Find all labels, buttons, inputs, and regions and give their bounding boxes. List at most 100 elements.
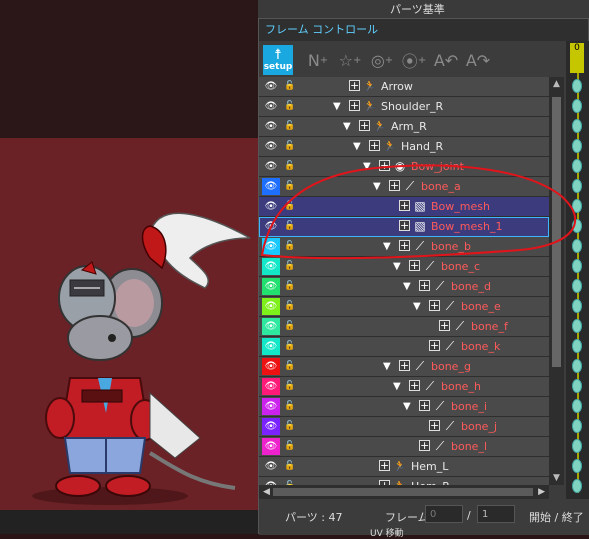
visibility-eye-icon[interactable]: 👁 (263, 318, 279, 335)
lock-icon[interactable]: 🔓 (283, 358, 297, 375)
add-child-icon[interactable]: + (389, 180, 400, 191)
visibility-eye-icon[interactable]: 👁 (263, 298, 279, 315)
tree-row[interactable]: 👁 🔓 + ▧ Bow_mesh (259, 197, 549, 217)
setup-button[interactable]: ☨ setup (263, 45, 293, 75)
lock-icon[interactable]: 🔓 (283, 158, 297, 175)
add-child-icon[interactable]: + (429, 420, 440, 431)
expand-triangle-icon[interactable]: ▼ (403, 279, 415, 294)
add-child-icon[interactable]: + (409, 260, 420, 271)
timeline-frame-marker[interactable]: 0 (570, 43, 584, 73)
visibility-eye-icon[interactable]: 👁 (263, 358, 279, 375)
expand-triangle-icon[interactable]: ▼ (353, 139, 365, 154)
visibility-eye-icon[interactable]: 👁 (263, 178, 279, 195)
add-star-icon[interactable]: ☆ + (335, 45, 365, 75)
visibility-eye-icon[interactable]: 👁 (263, 458, 279, 475)
timeline-strip[interactable]: 0 (566, 41, 589, 499)
lock-icon[interactable]: 🔓 (283, 278, 297, 295)
tree-row[interactable]: 👁 🔓 + ⟋ bone_f (259, 317, 549, 337)
visibility-eye-icon[interactable]: 👁 (263, 158, 279, 175)
lock-icon[interactable]: 🔓 (283, 458, 297, 475)
undo-text-icon[interactable]: A↶ (431, 45, 461, 75)
visibility-eye-icon[interactable]: 👁 (263, 418, 279, 435)
keyframe-marker[interactable] (572, 279, 582, 293)
lock-icon[interactable]: 🔓 (283, 438, 297, 455)
tree-row[interactable]: 👁 🔓 ▼ + ⟋ bone_b (259, 237, 549, 257)
keyframe-marker[interactable] (572, 239, 582, 253)
add-child-icon[interactable]: + (429, 300, 440, 311)
keyframe-marker[interactable] (572, 359, 582, 373)
expand-triangle-icon[interactable]: ▼ (343, 119, 355, 134)
tree-row[interactable]: 👁 🔓 ▼ + 🏃 Hand_R (259, 137, 549, 157)
keyframe-marker[interactable] (572, 199, 582, 213)
visibility-eye-icon[interactable]: 👁 (263, 98, 279, 115)
add-child-icon[interactable]: + (419, 280, 430, 291)
keyframe-marker[interactable] (572, 159, 582, 173)
visibility-eye-icon[interactable]: 👁 (263, 238, 279, 255)
visibility-eye-icon[interactable]: 👁 (263, 378, 279, 395)
lock-icon[interactable]: 🔓 (283, 258, 297, 275)
lock-icon[interactable]: 🔓 (283, 378, 297, 395)
lock-icon[interactable]: 🔓 (283, 338, 297, 355)
frame-total-input[interactable]: 1 (477, 505, 515, 523)
keyframe-marker[interactable] (572, 439, 582, 453)
keyframe-marker[interactable] (572, 219, 582, 233)
lock-icon[interactable]: 🔓 (283, 218, 297, 235)
tree-row[interactable]: 👁 🔓 ▼ + ⟋ bone_i (259, 397, 549, 417)
lock-icon[interactable]: 🔓 (283, 298, 297, 315)
add-drop-icon[interactable]: ⦿ + (399, 45, 429, 75)
visibility-eye-icon[interactable]: 👁 (263, 478, 279, 485)
scroll-left-icon[interactable]: ◀ (263, 485, 270, 499)
keyframe-marker[interactable] (572, 119, 582, 133)
lock-icon[interactable]: 🔓 (283, 118, 297, 135)
expand-triangle-icon[interactable]: ▼ (383, 239, 395, 254)
add-child-icon[interactable]: + (379, 160, 390, 171)
tree-row[interactable]: 👁 🔓 ▼ + ⟋ bone_g (259, 357, 549, 377)
tree-row[interactable]: 👁 🔓 + ⟋ bone_j (259, 417, 549, 437)
lock-icon[interactable]: 🔓 (283, 238, 297, 255)
add-child-icon[interactable]: + (419, 440, 430, 451)
lock-icon[interactable]: 🔓 (283, 478, 297, 485)
expand-triangle-icon[interactable]: ▼ (413, 299, 425, 314)
add-child-icon[interactable]: + (379, 460, 390, 471)
hscroll-thumb[interactable] (273, 488, 533, 496)
keyframe-marker[interactable] (572, 299, 582, 313)
parts-tree[interactable]: 👁 🔓 + 🏃 Arrow 👁 🔓 ▼ + 🏃 Shoulder_R 👁 🔓 ▼ + 🏃 Arm_R 👁 🔓 ▼ + 🏃 H… (259, 77, 549, 485)
lock-icon[interactable]: 🔓 (283, 138, 297, 155)
canvas-area[interactable] (0, 138, 260, 510)
tree-horizontal-scrollbar[interactable]: ◀ ▶ (259, 485, 549, 499)
keyframe-marker[interactable] (572, 139, 582, 153)
add-child-icon[interactable]: + (349, 80, 360, 91)
visibility-eye-icon[interactable]: 👁 (263, 198, 279, 215)
visibility-eye-icon[interactable]: 👁 (263, 118, 279, 135)
visibility-eye-icon[interactable]: 👁 (263, 398, 279, 415)
visibility-eye-icon[interactable]: 👁 (263, 258, 279, 275)
tree-row[interactable]: 👁 🔓 + ⟋ bone_k (259, 337, 549, 357)
scroll-down-icon[interactable]: ▼ (549, 471, 564, 485)
expand-triangle-icon[interactable]: ▼ (393, 259, 405, 274)
add-target-icon[interactable]: ◎ + (367, 45, 397, 75)
add-child-icon[interactable]: + (399, 220, 410, 231)
expand-triangle-icon[interactable]: ▼ (393, 379, 405, 394)
scroll-thumb[interactable] (552, 97, 561, 367)
tree-row[interactable]: 👁 🔓 + 🏃 Arrow (259, 77, 549, 97)
add-child-icon[interactable]: + (399, 200, 410, 211)
tree-vertical-scrollbar[interactable]: ▲ ▼ (549, 77, 564, 485)
tree-row[interactable]: 👁 🔓 ▼ + ⟋ bone_e (259, 297, 549, 317)
add-child-icon[interactable]: + (429, 340, 440, 351)
tree-row[interactable]: 👁 🔓 ▼ + ◉ Bow_joint (259, 157, 549, 177)
add-child-icon[interactable]: + (399, 240, 410, 251)
expand-triangle-icon[interactable]: ▼ (403, 399, 415, 414)
expand-triangle-icon[interactable]: ▼ (373, 179, 385, 194)
keyframe-marker[interactable] (572, 79, 582, 93)
tree-row[interactable]: 👁 🔓 ▼ + 🏃 Shoulder_R (259, 97, 549, 117)
tree-row[interactable]: 👁 🔓 ▼ + 🏃 Arm_R (259, 117, 549, 137)
tree-row[interactable]: 👁 🔓 ▼ + ⟋ bone_h (259, 377, 549, 397)
add-child-icon[interactable]: + (359, 120, 370, 131)
visibility-eye-icon[interactable]: 👁 (263, 438, 279, 455)
visibility-eye-icon[interactable]: 👁 (263, 338, 279, 355)
visibility-eye-icon[interactable]: 👁 (263, 138, 279, 155)
expand-triangle-icon[interactable]: ▼ (363, 159, 375, 174)
visibility-eye-icon[interactable]: 👁 (263, 78, 279, 95)
add-child-icon[interactable]: + (409, 380, 420, 391)
lock-icon[interactable]: 🔓 (283, 318, 297, 335)
